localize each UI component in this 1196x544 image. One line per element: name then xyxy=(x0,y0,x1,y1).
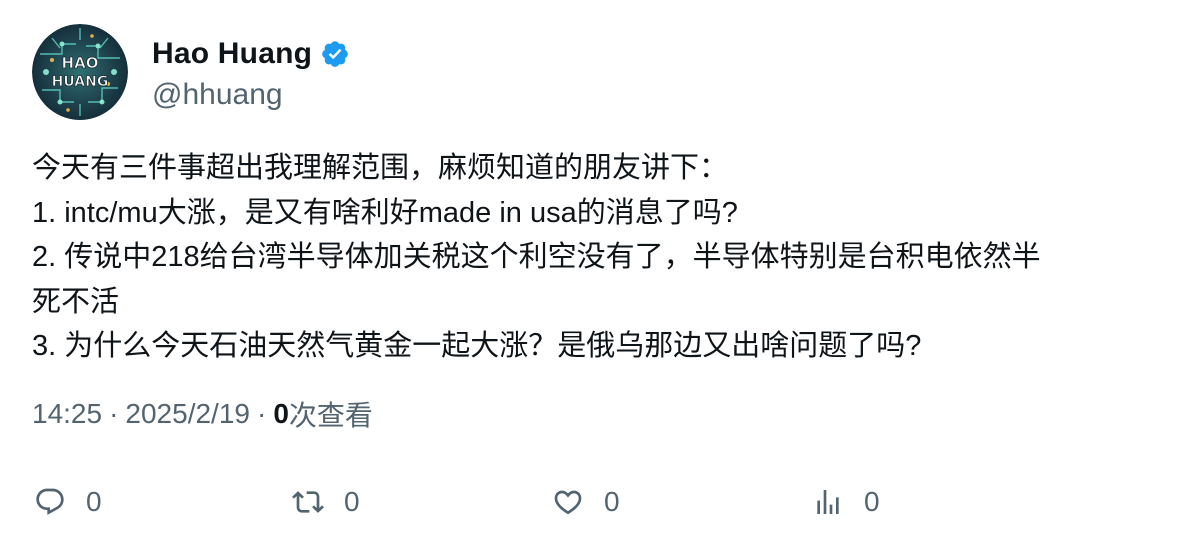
retweet-icon xyxy=(292,491,324,513)
views-count: 0 xyxy=(273,398,289,429)
tweet-text-line: 死不活 xyxy=(32,285,120,318)
tweet-date[interactable]: 2025/2/19 xyxy=(125,398,250,430)
tweet-text-line: 2. 传说中218给台湾半导体加关税这个利空没有了，半导体特别是台积电依然半 xyxy=(32,241,1041,273)
tweet-header: HAO HUANG Hao Huang @hhuang xyxy=(32,24,350,120)
tweet-text-line: 1. intc/mu大涨，是又有啥利好made in usa的消息了吗? xyxy=(32,196,738,229)
meta-separator: · xyxy=(109,398,119,429)
tweet-text-line: 3. 为什么今天石油天然气黄金一起大涨？是俄乌那边又出啥问题了吗? xyxy=(32,330,922,362)
tweet-time[interactable]: 14:25 xyxy=(32,398,102,430)
tweet-card: HAO HUANG Hao Huang @hhuang 今天有三件事超出我理解范… xyxy=(0,0,1196,544)
tweet-text-line: 今天有三件事超出我理解范围，麻烦知道的朋友讲下： xyxy=(32,152,729,184)
retweet-count: 0 xyxy=(344,486,360,517)
tweet-text: 今天有三件事超出我理解范围，麻烦知道的朋友讲下： 1. intc/mu大涨，是又… xyxy=(32,146,1162,369)
meta-separator: · xyxy=(256,398,267,429)
retweet-button[interactable]: 0 xyxy=(292,480,360,524)
author-info: Hao Huang @hhuang xyxy=(152,32,350,112)
avatar-image: HAO HUANG xyxy=(32,24,128,120)
avatar[interactable]: HAO HUANG xyxy=(32,24,128,120)
reply-count: 0 xyxy=(86,486,102,517)
author-handle[interactable]: @hhuang xyxy=(152,78,350,112)
verified-badge-icon[interactable] xyxy=(320,39,350,69)
like-count: 0 xyxy=(604,486,620,517)
author-display-name[interactable]: Hao Huang xyxy=(152,37,312,71)
name-row: Hao Huang xyxy=(152,32,350,76)
reply-icon xyxy=(36,488,64,515)
svg-text:HAO: HAO xyxy=(62,54,99,72)
svg-text:HUANG: HUANG xyxy=(52,74,109,90)
reply-button[interactable]: 0 xyxy=(34,480,102,524)
like-button[interactable]: 0 xyxy=(552,480,620,524)
views-action-count: 0 xyxy=(864,486,880,517)
views-icon xyxy=(817,490,839,514)
like-icon xyxy=(554,490,582,515)
tweet-meta: 14:25 · 2025/2/19 · 0 次查看 xyxy=(32,394,373,434)
views-label: 次查看 xyxy=(288,400,373,431)
tweet-actions: 0 0 0 0 xyxy=(0,480,1196,524)
views-button[interactable]: 0 xyxy=(812,480,880,524)
